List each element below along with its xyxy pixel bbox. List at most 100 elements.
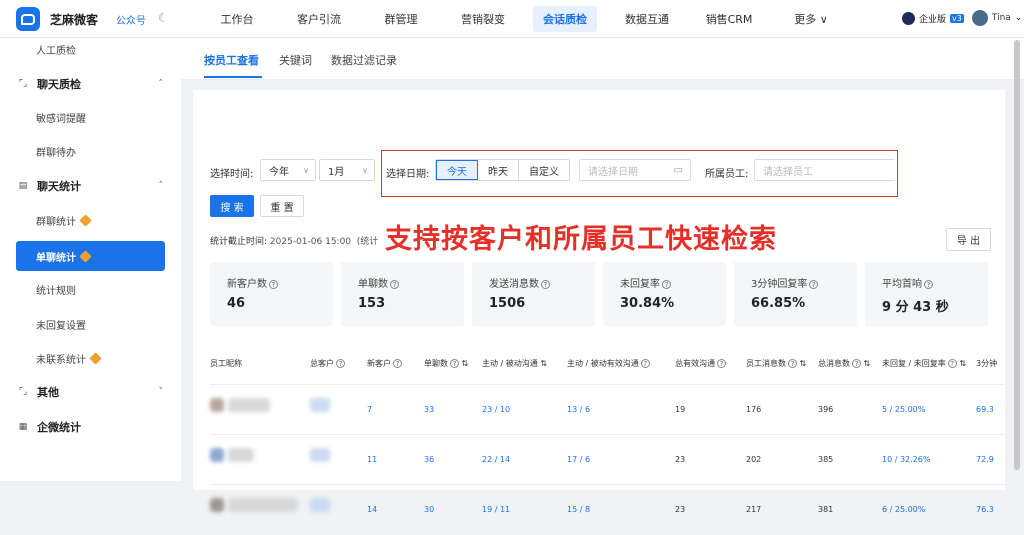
nav-group-management[interactable]: 群管理 [360,0,442,38]
account-area[interactable]: 企业版 v3 Tina ⌄ [902,10,1022,26]
table-row[interactable]: 7 33 23 / 10 13 / 6 19 176 396 5 / 25.00… [210,385,1005,435]
reset-button[interactable]: 重 置 [260,195,304,217]
sidebar-group-other[interactable]: ⌜⌟ 其他 ˅ [0,377,181,407]
chat-check-icon: ⌜⌟ [18,79,28,89]
avatar[interactable] [971,10,988,26]
month-select[interactable]: 1月 ∨ [319,159,375,181]
edition-label: 企业版 [919,14,947,25]
sidebar-item-uncontacted-stats[interactable]: 未联系统计 [0,343,181,373]
help-icon: ? [269,279,278,289]
nav-customer-acquisition[interactable]: 客户引流 [278,0,360,38]
deadline-text: 统计截止时间: 2025-01-06 15:00 (统计 [210,237,379,247]
cell[interactable]: 15 / 8 [567,505,590,514]
table-header: 员工昵称 总客户? 新客户? 单聊数? ⇅ 主动 / 被动沟通 ⇅ 主动 / 被… [210,340,1005,385]
cell[interactable]: 10 / 32.26% [882,455,930,464]
sidebar-item-sensitive-words[interactable]: 敏感词提醒 [0,102,181,132]
table-row[interactable]: 14 30 19 / 11 15 / 8 23 217 381 6 / 25.0… [210,485,1005,535]
table-row[interactable]: 11 36 22 / 14 17 / 6 23 202 385 10 / 32.… [210,435,1005,485]
cell: 217 [746,505,762,514]
nav-more[interactable]: 更多 ∨ [770,0,852,38]
cell[interactable]: 76.3 [976,505,994,514]
sidebar: 人工质检 ⌜⌟ 聊天质检 ˄ 敏感词提醒 群聊待办 ▤ 聊天统计 ˄ 群聊统计 单聊统计… [0,38,181,481]
col-total-customers[interactable]: 总客户? [310,358,345,369]
date-custom-button[interactable]: 自定义 [519,160,569,180]
moon-icon[interactable]: ☾ [158,11,169,25]
cell[interactable]: 17 / 6 [567,455,590,464]
cell[interactable]: 11 [367,455,377,464]
cell: 385 [818,455,834,464]
calendar-icon: ▭ [673,164,683,176]
col-total-msgs[interactable]: 总消息数? ⇅ [818,358,870,369]
cell[interactable]: 33 [424,405,434,414]
export-button[interactable]: 导 出 [946,228,991,251]
chevron-down-icon[interactable]: ⌄ [1015,13,1023,23]
nav-marketing[interactable]: 营销裂变 [442,0,524,38]
sidebar-group-chat-stats[interactable]: ▤ 聊天统计 ˄ [0,171,181,201]
user-name[interactable]: Tina [992,13,1011,23]
wework-icon [902,11,915,25]
sidebar-item-manual-check[interactable]: 人工质检 [0,34,181,64]
cell[interactable]: 13 / 6 [567,405,590,414]
stat-card: 新客户数? 46 [210,262,333,326]
cell[interactable]: 23 / 10 [482,405,510,414]
nav-session-quality[interactable]: 会话质检 [524,0,606,38]
help-icon: ? [390,279,399,289]
cell[interactable]: 7 [367,405,372,414]
sidebar-group-chat-check[interactable]: ⌜⌟ 聊天质检 ˄ [0,69,181,99]
sidebar-item-group-stats[interactable]: 群聊统计 [0,205,181,235]
sidebar-item-no-reply-settings[interactable]: 未回复设置 [0,309,181,339]
app-logo[interactable] [16,7,40,31]
sidebar-item-single-stats[interactable]: 单聊统计 [16,241,165,271]
top-bar: 芝麻微客 公众号 ☾ 工作台 客户引流 群管理 营销裂变 会话质检 数据互通 销… [0,0,1024,38]
cell[interactable]: 36 [424,455,434,464]
col-new-customers[interactable]: 新客户? [367,358,402,369]
col-employee-msgs[interactable]: 员工消息数? ⇅ [746,358,806,369]
cell: 176 [746,405,762,414]
sidebar-item-stat-rules[interactable]: 统计规则 [0,274,181,304]
vip-badge-icon [79,213,92,227]
col-active-passive[interactable]: 主动 / 被动沟通 ⇅ [482,358,547,369]
col-employee[interactable]: 员工昵称 [210,358,242,369]
cell[interactable]: 22 / 14 [482,455,510,464]
cell[interactable]: 14 [367,505,377,514]
year-select[interactable]: 今年 ∨ [260,159,316,181]
tab-by-employee[interactable]: 按员工查看 [204,52,259,68]
cell[interactable]: 30 [424,505,434,514]
page-scrollbar[interactable] [1014,40,1020,470]
employee-select-input[interactable]: 请选择员工 [754,159,895,181]
stat-card: 单聊数? 153 [341,262,464,326]
employee-name-blurred [228,448,254,462]
cell[interactable]: 72.9 [976,455,994,464]
public-account-link[interactable]: 公众号 [116,12,146,27]
cell[interactable]: 6 / 25.00% [882,505,925,514]
date-picker-input[interactable]: 请选择日期 ▭ [579,159,691,181]
date-today-button[interactable]: 今天 [436,160,478,180]
cell[interactable]: 5 / 25.00% [882,405,925,414]
help-icon: ? [541,279,550,289]
search-button[interactable]: 搜 索 [210,195,254,217]
tab-keywords[interactable]: 关键词 [279,52,312,68]
chevron-down-icon: ∨ [303,165,309,175]
date-yesterday-button[interactable]: 昨天 [478,160,519,180]
nav-sales-crm[interactable]: 销售CRM [688,0,770,38]
col-effective[interactable]: 主动 / 被动有效沟通? [567,358,650,369]
col-single-chats[interactable]: 单聊数? ⇅ [424,358,468,369]
stat-card: 发送消息数? 1506 [472,262,595,326]
cell[interactable]: 19 / 11 [482,505,510,514]
col-3min[interactable]: 3分钟 [976,358,997,369]
tab-filter-records[interactable]: 数据过滤记录 [331,52,397,68]
main-content: 按员工查看 关键词 数据过滤记录 选择时间: 今年 ∨ 1月 ∨ 选择日期: 今天 … [181,38,1024,514]
chart-icon: ▤ [18,181,28,191]
employee-name-blurred [228,398,270,412]
brand-name: 芝麻微客 [50,13,99,27]
nav-data-exchange[interactable]: 数据互通 [606,0,688,38]
time-label: 选择时间: [210,169,254,180]
col-no-reply[interactable]: 未回复 / 未回复率? ⇅ [882,358,966,369]
nav-workbench[interactable]: 工作台 [196,0,278,38]
employee-name-blurred [228,498,298,512]
col-total-effective[interactable]: 总有效沟通? [675,358,726,369]
sidebar-group-wework-stats[interactable]: ▦ 企微统计 [0,412,181,442]
sidebar-item-group-todo[interactable]: 群聊待办 [0,136,181,166]
cell: 202 [746,455,762,464]
cell[interactable]: 69.3 [976,405,994,414]
